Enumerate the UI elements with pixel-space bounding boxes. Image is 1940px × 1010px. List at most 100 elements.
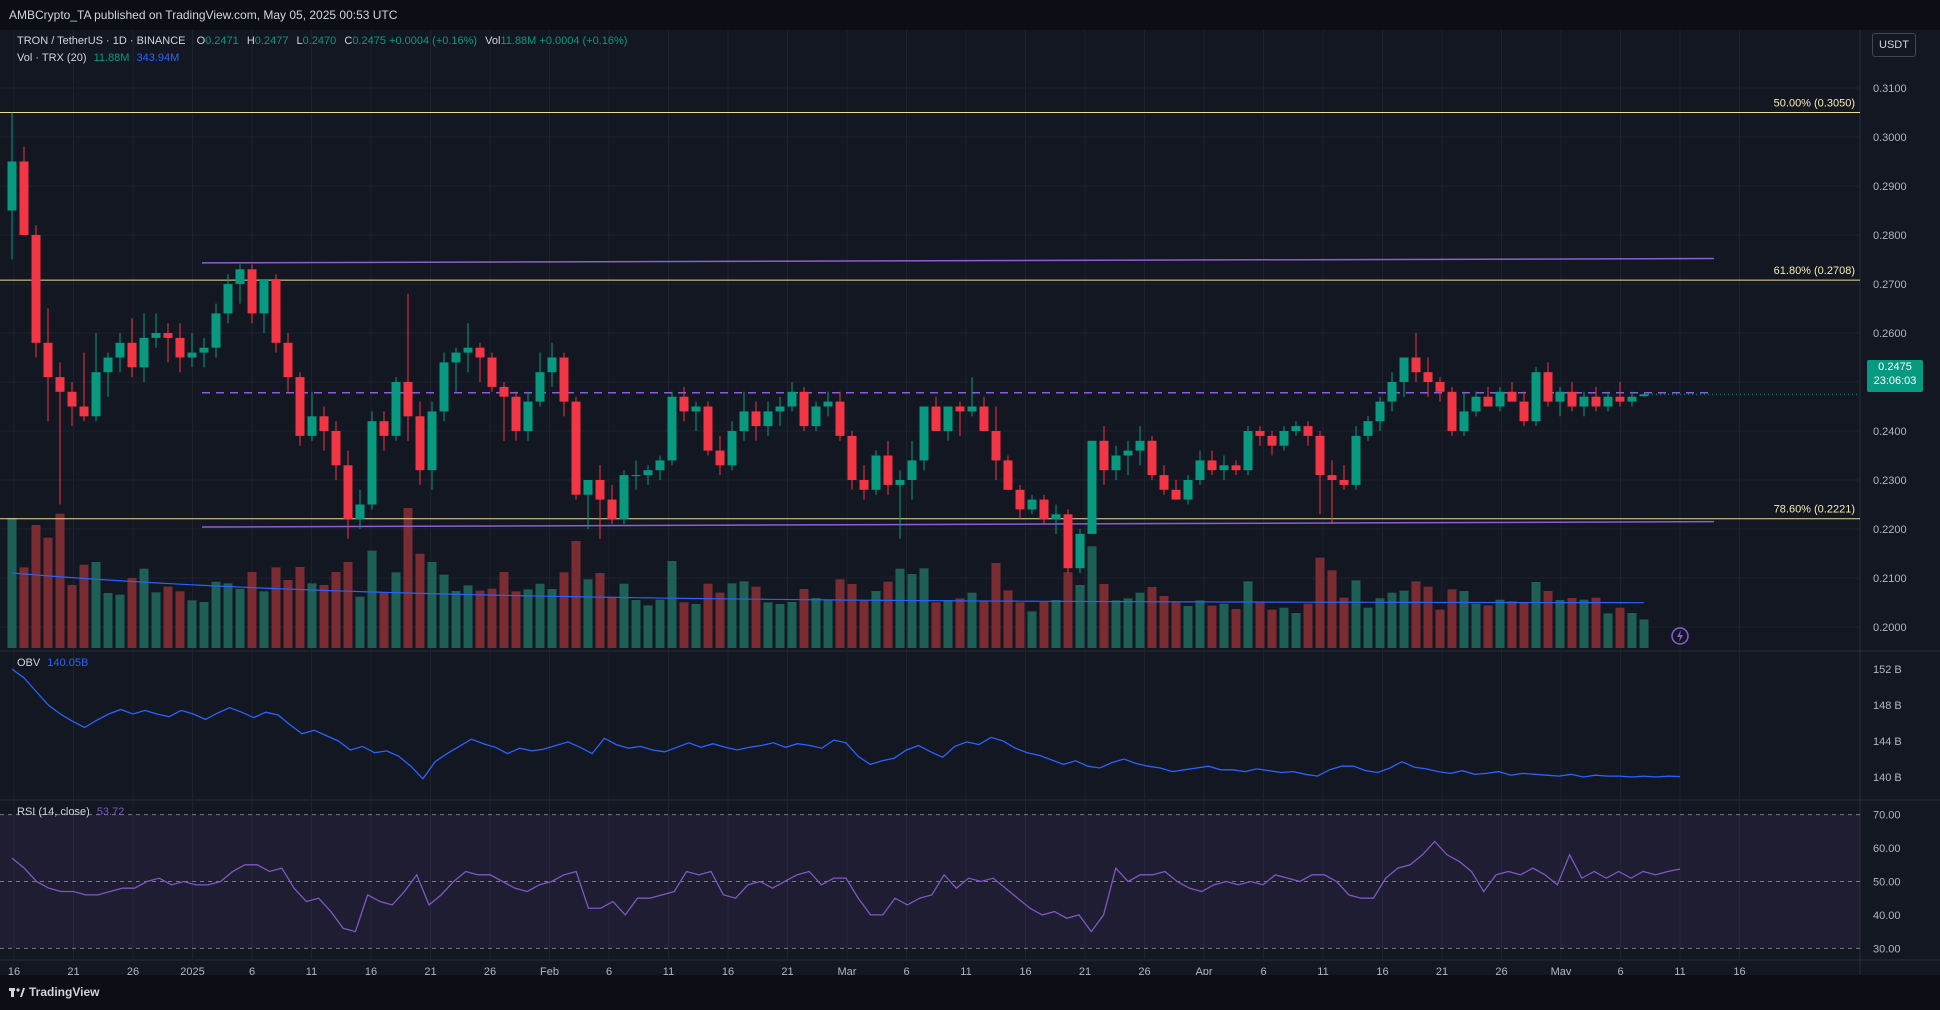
volume-bar [583, 579, 593, 648]
candle-body [1615, 396, 1625, 402]
volume-bar [1123, 598, 1133, 648]
candle-body [1279, 431, 1289, 446]
tradingview-brand[interactable]: TradingView [9, 985, 99, 999]
legend-high-label: H [246, 35, 255, 47]
volume-bar [847, 584, 857, 648]
volume-bar [439, 574, 449, 648]
volume-bar [127, 578, 137, 648]
volume-bar [787, 602, 797, 648]
volume-bar [1627, 613, 1637, 648]
volume-bar [799, 589, 809, 648]
candle-body [1087, 440, 1097, 534]
candle-body [319, 416, 329, 431]
obv-legend-row: OBV 140.05B [17, 657, 88, 669]
last-price-tag: 0.2475 23:06:03 [1867, 360, 1923, 392]
volume-bar [691, 604, 701, 648]
volume-bar [895, 568, 905, 648]
volume-bar [91, 562, 101, 648]
candle-body [139, 337, 149, 368]
volume-bar [31, 525, 41, 648]
volume-indicator-label: Vol · TRX (20) [17, 52, 87, 64]
candle-body [1147, 440, 1157, 476]
obv-tick-label: 140 B [1873, 772, 1902, 784]
volume-bar [1447, 589, 1457, 648]
candle-body [19, 161, 29, 235]
candle-body [307, 416, 317, 436]
volume-bar [955, 598, 965, 648]
rsi-tick-label: 30.00 [1873, 943, 1901, 955]
candle-body [295, 377, 305, 436]
volume-bar [1363, 607, 1373, 648]
volume-bar [379, 592, 389, 648]
volume-bar [1471, 603, 1481, 648]
candles [7, 112, 1860, 574]
volume-bar [295, 567, 305, 648]
candle-body [163, 333, 173, 338]
candle-body [1207, 460, 1217, 471]
fib-level-label: 61.80% (0.2708) [1774, 265, 1855, 277]
candle-body [1387, 382, 1397, 402]
volume-bar [187, 600, 197, 648]
volume-bar [1411, 581, 1421, 648]
volume-bar [1327, 570, 1337, 648]
volume-bar [1339, 597, 1349, 648]
candle-body [991, 431, 1001, 461]
legend-close: 0.2475 [352, 35, 386, 47]
candle-body [31, 235, 41, 343]
candle-body [1435, 382, 1445, 392]
replay-lightning-icon [1671, 627, 1689, 645]
candle-body [919, 406, 929, 461]
candle-body [487, 357, 497, 387]
rsi-label: RSI (14, close) [17, 806, 90, 818]
volume-bar [523, 589, 533, 648]
volume-bar [283, 580, 293, 648]
candle-body [619, 475, 629, 520]
candle-body [1495, 391, 1505, 407]
volume-bar [1291, 613, 1301, 648]
legend-open: 0.2471 [205, 35, 239, 47]
volume-bar [235, 588, 245, 648]
volume-bar [1111, 600, 1121, 648]
candle-body [1111, 455, 1121, 471]
volume-bar [1063, 572, 1073, 648]
candle-body [115, 342, 125, 358]
volume-bar [1639, 619, 1649, 648]
volume-bar [1543, 591, 1553, 648]
candle-body [1183, 480, 1193, 500]
tradingview-logo-icon [9, 988, 25, 997]
candle-body [211, 313, 221, 348]
candle-body [235, 269, 245, 284]
candle-body [1123, 450, 1133, 456]
candle-body [331, 431, 341, 466]
legend-row: TRON / TetherUS · 1D · BINANCE O0.2471 H… [17, 35, 627, 47]
candle-body [727, 431, 737, 466]
channel-lines [201, 257, 1715, 528]
candle-body [1627, 396, 1637, 402]
price-tick-label: 0.2300 [1873, 475, 1907, 487]
candle-body [1135, 440, 1145, 451]
candle-body [427, 411, 437, 471]
volume-bar [1183, 606, 1193, 648]
candle-body [439, 362, 449, 412]
volume-bar [991, 563, 1001, 648]
candle-body [1291, 426, 1301, 431]
candle-body [799, 391, 809, 427]
candle-body [1315, 435, 1325, 476]
currency-button[interactable]: USDT [1872, 33, 1916, 57]
volume-bar [1351, 580, 1361, 648]
volume-bar [1087, 546, 1097, 648]
volume-bar [499, 572, 509, 648]
candle-body [571, 401, 581, 495]
volume-bar [1591, 597, 1601, 648]
candle-body [859, 480, 869, 490]
candle-body [811, 406, 821, 427]
volume-bar [1567, 598, 1577, 648]
candle-body [631, 475, 641, 477]
candle-body [1411, 357, 1421, 373]
candle-body [1027, 499, 1037, 510]
candle-body [559, 357, 569, 402]
candle-body [895, 480, 905, 485]
chart-canvas[interactable]: 50.00% (0.3050) 61.80% (0.2708) 78.60% (0.… [0, 0, 1940, 1010]
price-tick-label: 0.2200 [1873, 524, 1907, 536]
rsi-value: 53.72 [96, 806, 125, 818]
